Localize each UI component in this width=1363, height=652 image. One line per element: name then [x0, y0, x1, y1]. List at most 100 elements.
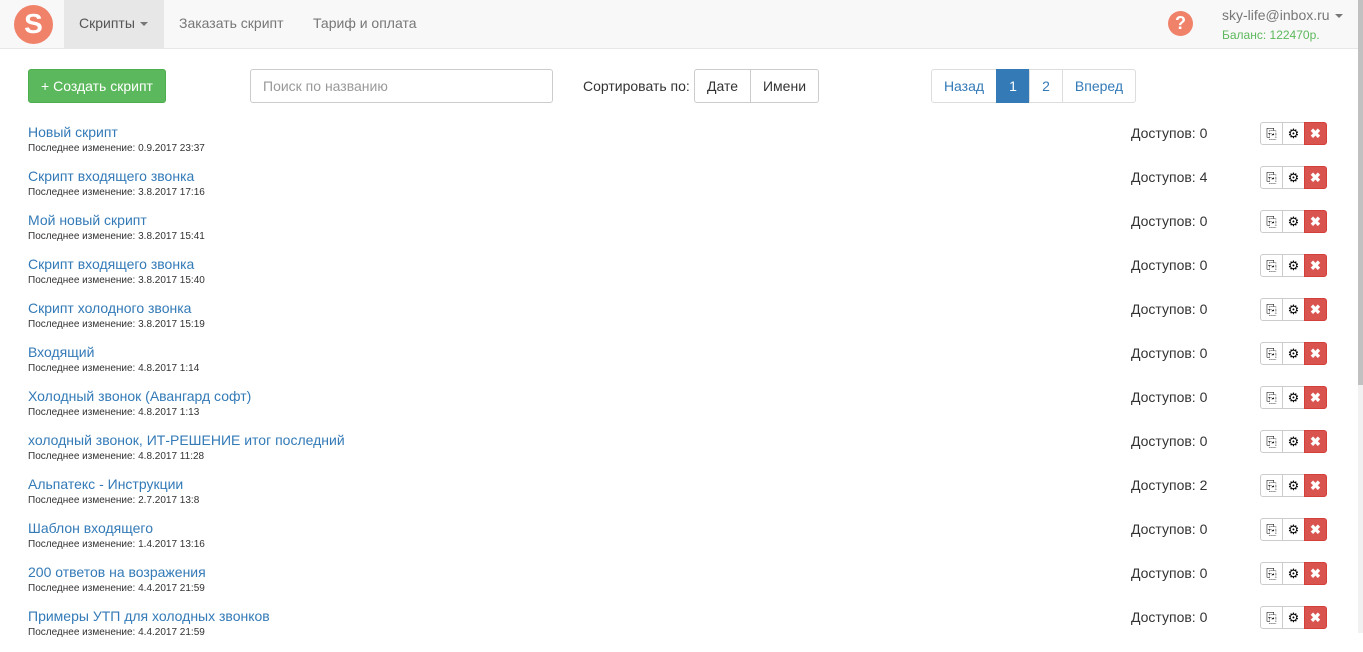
script-access-count: Доступов: 0 [1131, 521, 1208, 537]
script-title-link[interactable]: холодный звонок, ИТ-РЕШЕНИЕ итог последн… [28, 432, 345, 448]
pagination-page-2[interactable]: 2 [1029, 69, 1063, 103]
help-icon[interactable]: ? [1168, 11, 1193, 36]
nav-tariff[interactable]: Тариф и оплата [298, 0, 432, 48]
script-actions: ⎘ ⚙ ✖ [1260, 342, 1327, 365]
script-actions: ⎘ ⚙ ✖ [1260, 474, 1327, 497]
nav-scripts-dropdown[interactable]: Скрипты [64, 0, 164, 48]
copy-icon[interactable]: ⎘ [1260, 122, 1283, 145]
script-modified: Последнее изменение: 1.4.2017 13:16 [28, 539, 205, 550]
sort-by-date-button[interactable]: Дате [694, 69, 751, 103]
script-modified: Последнее изменение: 4.4.2017 21:59 [28, 583, 205, 594]
script-row: Скрипт входящего звонка Последнее измене… [0, 166, 1358, 212]
script-access-count: Доступов: 0 [1131, 125, 1208, 141]
gear-icon[interactable]: ⚙ [1282, 122, 1305, 145]
script-title-link[interactable]: Примеры УТП для холодных звонков [28, 608, 270, 624]
script-actions: ⎘ ⚙ ✖ [1260, 606, 1327, 629]
gear-icon[interactable]: ⚙ [1282, 342, 1305, 365]
close-icon[interactable]: ✖ [1304, 562, 1327, 585]
script-title-link[interactable]: Скрипт входящего звонка [28, 256, 194, 272]
copy-icon[interactable]: ⎘ [1260, 210, 1283, 233]
logo[interactable]: S [14, 5, 53, 44]
script-modified: Последнее изменение: 2.7.2017 13:8 [28, 495, 200, 506]
pagination-prev[interactable]: Назад [931, 69, 997, 103]
close-icon[interactable]: ✖ [1304, 386, 1327, 409]
search-input[interactable] [250, 69, 553, 103]
user-menu[interactable]: sky-life@inbox.ru [1222, 7, 1343, 23]
script-modified: Последнее изменение: 3.8.2017 15:40 [28, 275, 205, 286]
script-modified: Последнее изменение: 4.8.2017 1:14 [28, 363, 200, 374]
script-access-count: Доступов: 0 [1131, 609, 1208, 625]
close-icon[interactable]: ✖ [1304, 606, 1327, 629]
script-actions: ⎘ ⚙ ✖ [1260, 386, 1327, 409]
script-row: Скрипт холодного звонка Последнее измене… [0, 298, 1358, 344]
script-title-link[interactable]: Альпатекс - Инструкции [28, 476, 183, 492]
script-access-count: Доступов: 0 [1131, 565, 1208, 581]
user-email: sky-life@inbox.ru [1222, 7, 1330, 23]
close-icon[interactable]: ✖ [1304, 518, 1327, 541]
copy-icon[interactable]: ⎘ [1260, 606, 1283, 629]
close-icon[interactable]: ✖ [1304, 122, 1327, 145]
gear-icon[interactable]: ⚙ [1282, 210, 1305, 233]
copy-icon[interactable]: ⎘ [1260, 430, 1283, 453]
navbar: S Скрипты Заказать скрипт Тариф и оплата… [0, 0, 1358, 49]
caret-down-icon [139, 22, 148, 27]
create-script-button[interactable]: + Создать скрипт [28, 69, 166, 103]
script-actions: ⎘ ⚙ ✖ [1260, 430, 1327, 453]
gear-icon[interactable]: ⚙ [1282, 474, 1305, 497]
script-title-link[interactable]: Шаблон входящего [28, 520, 153, 536]
script-actions: ⎘ ⚙ ✖ [1260, 122, 1327, 145]
gear-icon[interactable]: ⚙ [1282, 430, 1305, 453]
nav-scripts-label: Скрипты [79, 15, 135, 31]
copy-icon[interactable]: ⎘ [1260, 386, 1283, 409]
scrollbar[interactable] [1358, 0, 1363, 633]
script-row: 200 ответов на возражения Последнее изме… [0, 562, 1358, 608]
copy-icon[interactable]: ⎘ [1260, 254, 1283, 277]
close-icon[interactable]: ✖ [1304, 430, 1327, 453]
script-title-link[interactable]: Скрипт холодного звонка [28, 300, 191, 316]
script-row: Входящий Последнее изменение: 4.8.2017 1… [0, 342, 1358, 388]
script-access-count: Доступов: 0 [1131, 257, 1208, 273]
gear-icon[interactable]: ⚙ [1282, 298, 1305, 321]
close-icon[interactable]: ✖ [1304, 210, 1327, 233]
close-icon[interactable]: ✖ [1304, 298, 1327, 321]
gear-icon[interactable]: ⚙ [1282, 606, 1305, 629]
script-access-count: Доступов: 4 [1131, 169, 1208, 185]
script-row: холодный звонок, ИТ-РЕШЕНИЕ итог последн… [0, 430, 1358, 476]
close-icon[interactable]: ✖ [1304, 342, 1327, 365]
pagination-next[interactable]: Вперед [1062, 69, 1136, 103]
script-actions: ⎘ ⚙ ✖ [1260, 210, 1327, 233]
script-title-link[interactable]: Новый скрипт [28, 124, 118, 140]
script-title-link[interactable]: Мой новый скрипт [28, 212, 147, 228]
script-title-link[interactable]: Холодный звонок (Авангард софт) [28, 388, 251, 404]
gear-icon[interactable]: ⚙ [1282, 254, 1305, 277]
script-title-link[interactable]: Входящий [28, 344, 94, 360]
copy-icon[interactable]: ⎘ [1260, 298, 1283, 321]
copy-icon[interactable]: ⎘ [1260, 342, 1283, 365]
copy-icon[interactable]: ⎘ [1260, 474, 1283, 497]
copy-icon[interactable]: ⎘ [1260, 518, 1283, 541]
close-icon[interactable]: ✖ [1304, 474, 1327, 497]
close-icon[interactable]: ✖ [1304, 254, 1327, 277]
script-row: Примеры УТП для холодных звонков Последн… [0, 606, 1358, 652]
script-access-count: Доступов: 0 [1131, 389, 1208, 405]
close-icon[interactable]: ✖ [1304, 166, 1327, 189]
gear-icon[interactable]: ⚙ [1282, 518, 1305, 541]
script-actions: ⎘ ⚙ ✖ [1260, 298, 1327, 321]
copy-icon[interactable]: ⎘ [1260, 562, 1283, 585]
script-actions: ⎘ ⚙ ✖ [1260, 254, 1327, 277]
pagination-page-1[interactable]: 1 [996, 69, 1030, 103]
balance: Баланс: 122470р. [1222, 28, 1320, 42]
script-row: Скрипт входящего звонка Последнее измене… [0, 254, 1358, 300]
script-modified: Последнее изменение: 3.8.2017 15:41 [28, 231, 205, 242]
gear-icon[interactable]: ⚙ [1282, 386, 1305, 409]
nav-order-script[interactable]: Заказать скрипт [164, 0, 299, 48]
sort-by-name-button[interactable]: Имени [750, 69, 819, 103]
script-title-link[interactable]: Скрипт входящего звонка [28, 168, 194, 184]
script-modified: Последнее изменение: 4.8.2017 1:13 [28, 407, 200, 418]
gear-icon[interactable]: ⚙ [1282, 166, 1305, 189]
script-title-link[interactable]: 200 ответов на возражения [28, 564, 206, 580]
script-actions: ⎘ ⚙ ✖ [1260, 518, 1327, 541]
scrollbar-thumb[interactable] [1358, 0, 1363, 385]
gear-icon[interactable]: ⚙ [1282, 562, 1305, 585]
copy-icon[interactable]: ⎘ [1260, 166, 1283, 189]
